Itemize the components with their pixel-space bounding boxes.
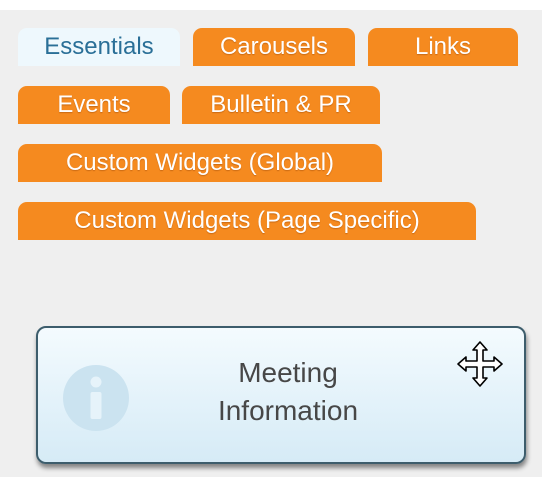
tab-essentials[interactable]: Essentials xyxy=(18,28,180,66)
widget-title: Meeting Information xyxy=(178,354,398,430)
tab-links[interactable]: Links xyxy=(368,28,518,66)
meeting-information-widget[interactable]: Meeting Information xyxy=(36,326,526,464)
info-icon xyxy=(63,365,129,431)
tab-events[interactable]: Events xyxy=(18,86,170,124)
tab-custom-widgets-global[interactable]: Custom Widgets (Global) xyxy=(18,144,382,182)
tab-custom-widgets-page-specific[interactable]: Custom Widgets (Page Specific) xyxy=(18,202,476,240)
tab-carousels[interactable]: Carousels xyxy=(193,28,355,66)
widget-title-line2: Information xyxy=(217,395,359,426)
tab-bulletin-pr[interactable]: Bulletin & PR xyxy=(182,86,380,124)
move-icon[interactable] xyxy=(456,340,504,388)
widget-title-line1: Meeting xyxy=(238,357,338,388)
